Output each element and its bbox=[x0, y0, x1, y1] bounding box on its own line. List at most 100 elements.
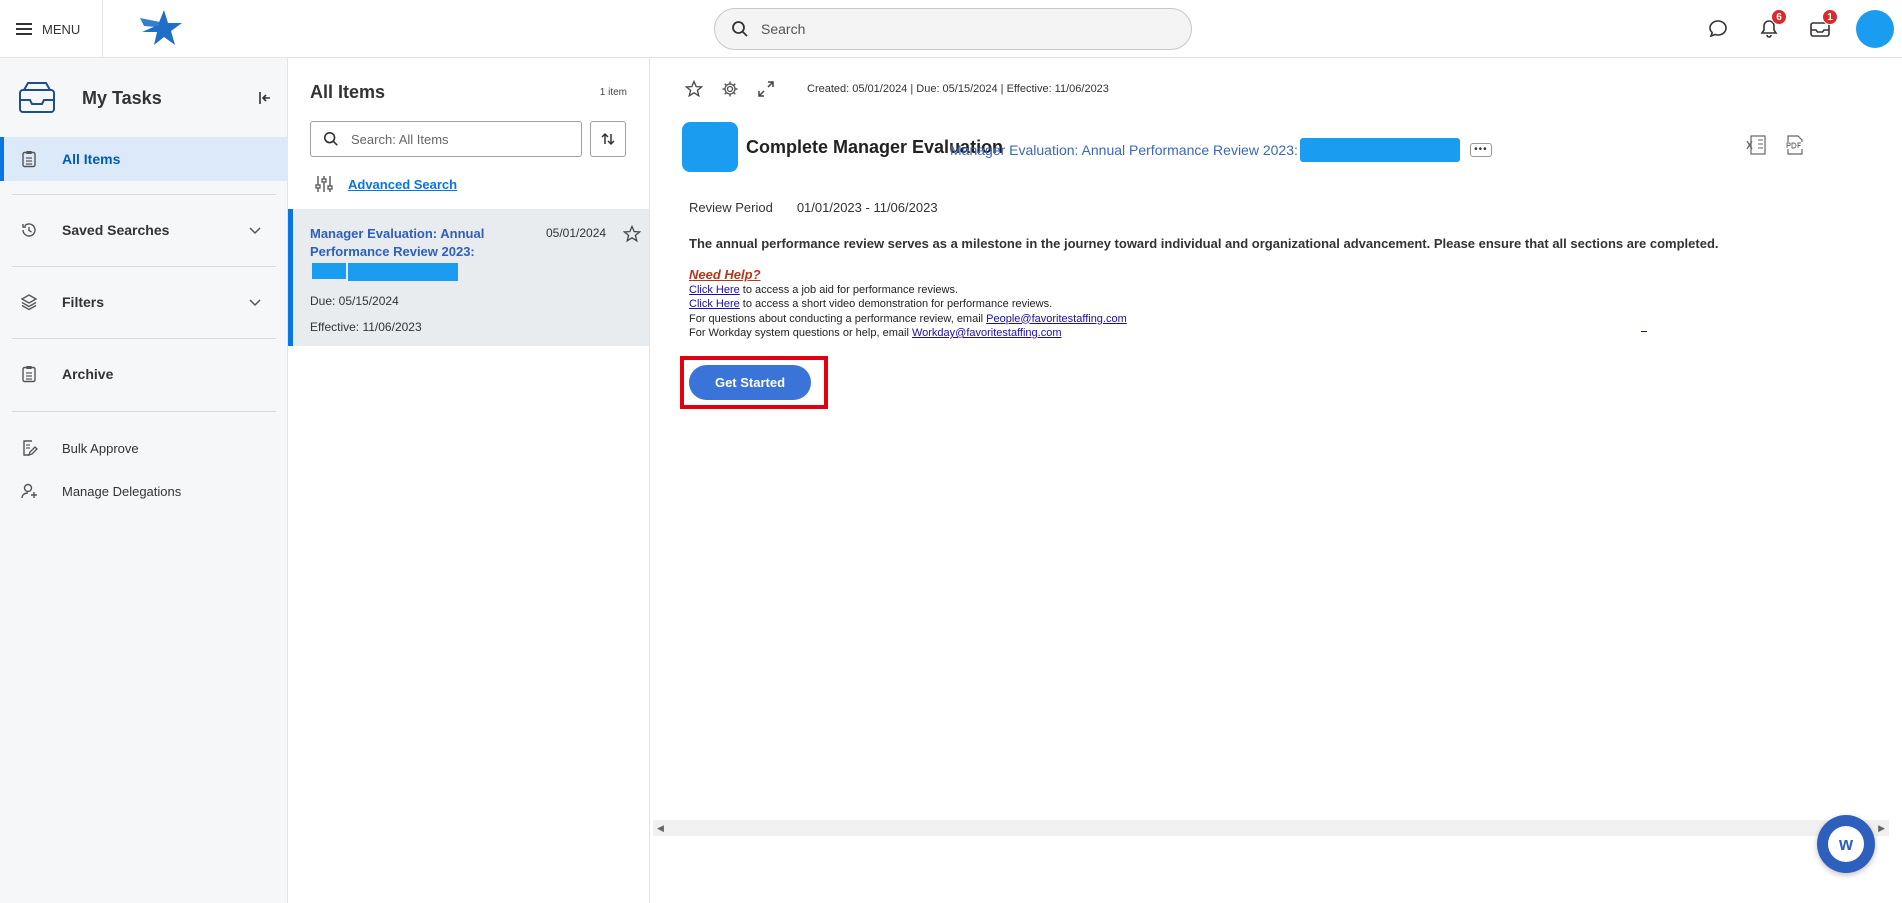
review-period-label: Review Period bbox=[689, 200, 773, 215]
sidebar-item-saved-searches[interactable]: Saved Searches bbox=[0, 208, 288, 252]
sidebar-divider bbox=[12, 194, 276, 195]
advanced-search: Advanced Search bbox=[314, 174, 457, 194]
star-icon[interactable] bbox=[623, 225, 641, 243]
task-logo bbox=[682, 122, 738, 172]
menu-button[interactable]: MENU bbox=[14, 16, 80, 42]
list-item-title[interactable]: Manager Evaluation: Annual Performance R… bbox=[310, 225, 510, 281]
sidebar-header: My Tasks bbox=[18, 80, 273, 120]
sidebar-divider bbox=[12, 266, 276, 267]
notifications-badge: 6 bbox=[1771, 9, 1787, 25]
sidebar-item-label: Filters bbox=[62, 294, 105, 310]
scroll-left-arrow-icon[interactable]: ◀ bbox=[657, 823, 664, 834]
advanced-search-link[interactable]: Advanced Search bbox=[348, 177, 457, 192]
inbox-button[interactable]: 1 bbox=[1808, 9, 1838, 41]
top-bar: MENU 6 1 bbox=[0, 0, 1902, 58]
workday-assistant-button[interactable]: w bbox=[1817, 815, 1875, 873]
video-demo-link[interactable]: Click Here bbox=[689, 298, 740, 310]
tiny-link-mark[interactable] bbox=[1641, 331, 1647, 332]
task-list-pane: All Items 1 item Advanced Search Manager… bbox=[288, 58, 650, 903]
search-icon bbox=[323, 131, 338, 146]
sidebar-item-label: Archive bbox=[62, 366, 114, 382]
scroll-right-arrow-icon[interactable]: ▶ bbox=[1878, 823, 1885, 834]
export-excel-icon[interactable] bbox=[1746, 134, 1768, 156]
chevron-down-icon[interactable] bbox=[248, 295, 262, 309]
hamburger-icon bbox=[16, 23, 32, 35]
export-pdf-icon[interactable] bbox=[1784, 134, 1806, 156]
list-item[interactable]: Manager Evaluation: Annual Performance R… bbox=[288, 209, 649, 346]
sidebar-item-label: Bulk Approve bbox=[62, 440, 139, 456]
help-line: Click Here to access a short video demon… bbox=[689, 297, 1127, 312]
help-line-text: For Workday system questions or help, em… bbox=[689, 327, 912, 339]
list-title: All Items bbox=[310, 82, 386, 102]
redacted-block bbox=[312, 263, 346, 279]
people-email-link[interactable]: People@favoritestaffing.com bbox=[986, 313, 1127, 325]
review-period-value: 01/01/2023 - 11/06/2023 bbox=[796, 200, 938, 215]
task-subject-text: Manager Evaluation: Annual Performance R… bbox=[950, 142, 1298, 158]
sidebar-item-label: All Items bbox=[62, 151, 121, 167]
list-search-box[interactable] bbox=[310, 121, 582, 157]
job-aid-link[interactable]: Click Here bbox=[689, 284, 740, 296]
clipboard-icon bbox=[22, 151, 36, 168]
list-item-effective: Effective: 11/06/2023 bbox=[310, 320, 422, 334]
sidebar-item-filters[interactable]: Filters bbox=[0, 280, 288, 324]
sidebar-divider bbox=[12, 411, 276, 412]
my-tasks-sidebar: My Tasks All Items Saved Searches Filter… bbox=[0, 58, 288, 903]
filter-sliders-icon bbox=[315, 176, 333, 192]
layers-icon bbox=[20, 294, 38, 311]
inbox-badge: 1 bbox=[1822, 9, 1838, 25]
sidebar-item-label: Manage Delegations bbox=[62, 483, 182, 499]
notifications-button[interactable]: 6 bbox=[1757, 9, 1787, 41]
sidebar-item-all-items[interactable]: All Items bbox=[0, 137, 288, 181]
intro-text: The annual performance review serves as … bbox=[689, 236, 1719, 251]
task-detail-pane: Created: 05/01/2024 | Due: 05/15/2024 | … bbox=[651, 58, 1902, 903]
company-star-logo-icon[interactable] bbox=[138, 8, 184, 48]
clipboard-icon bbox=[22, 366, 36, 383]
help-line: Click Here to access a job aid for perfo… bbox=[689, 283, 1127, 298]
sidebar-item-bulk-approve[interactable]: Bulk Approve bbox=[0, 426, 288, 470]
list-item-count: 1 item bbox=[599, 87, 627, 98]
workday-w-logo-icon: w bbox=[1828, 826, 1864, 862]
task-subject[interactable]: Manager Evaluation: Annual Performance R… bbox=[950, 138, 1492, 162]
horizontal-scrollbar[interactable]: ◀ ▶ bbox=[653, 820, 1889, 836]
star-icon[interactable] bbox=[685, 80, 703, 98]
inbox-icon bbox=[19, 82, 55, 113]
list-item-title-text: Manager Evaluation: Annual Performance R… bbox=[310, 226, 485, 259]
global-search-input[interactable] bbox=[761, 21, 1161, 37]
user-avatar[interactable] bbox=[1856, 10, 1894, 48]
help-line-text: to access a job aid for performance revi… bbox=[739, 283, 958, 296]
help-line-text: For questions about conducting a perform… bbox=[689, 312, 987, 325]
need-help-heading: Need Help? bbox=[689, 267, 761, 282]
gear-icon[interactable] bbox=[721, 80, 739, 98]
list-item-due: Due: 05/15/2024 bbox=[310, 294, 399, 308]
sidebar-item-archive[interactable]: Archive bbox=[0, 352, 288, 396]
sidebar-divider bbox=[12, 338, 276, 339]
sort-button[interactable] bbox=[590, 121, 626, 157]
workday-email-link[interactable]: Workday@favoritestaffing.com bbox=[912, 327, 1062, 339]
help-line: For Workday system questions or help, em… bbox=[689, 326, 1127, 341]
list-item-date: 05/01/2024 bbox=[546, 226, 607, 240]
sidebar-title: My Tasks bbox=[82, 88, 162, 108]
sidebar-item-manage-delegations[interactable]: Manage Delegations bbox=[0, 469, 288, 513]
review-period: Review Period 01/01/2023 - 11/06/2023 bbox=[689, 200, 938, 215]
sidebar-item-label: Saved Searches bbox=[62, 222, 170, 238]
help-line-text: to access a short video demonstration fo… bbox=[739, 298, 1053, 310]
search-icon bbox=[732, 21, 748, 37]
task-header: Complete Manager Evaluation Manager Eval… bbox=[682, 122, 1862, 172]
expand-icon[interactable] bbox=[757, 80, 775, 98]
global-search-bar[interactable] bbox=[714, 8, 1192, 50]
related-actions-button[interactable]: ••• bbox=[1469, 143, 1492, 157]
task-meta: Created: 05/01/2024 | Due: 05/15/2024 | … bbox=[807, 83, 1109, 95]
chevron-down-icon[interactable] bbox=[248, 223, 262, 237]
collapse-sidebar-icon[interactable] bbox=[257, 90, 273, 106]
history-icon bbox=[22, 223, 36, 237]
help-section: Need Help? Click Here to access a job ai… bbox=[689, 267, 1127, 341]
get-started-button[interactable]: Get Started bbox=[689, 365, 811, 400]
sort-arrows-icon bbox=[601, 132, 615, 146]
edit-document-icon bbox=[23, 440, 38, 457]
person-icon bbox=[21, 483, 37, 499]
chat-icon[interactable] bbox=[1706, 17, 1730, 41]
help-line: For questions about conducting a perform… bbox=[689, 312, 1127, 327]
list-search-input[interactable] bbox=[351, 131, 571, 147]
topbar-divider bbox=[102, 0, 103, 58]
detail-toolbar: Created: 05/01/2024 | Due: 05/15/2024 | … bbox=[685, 80, 1109, 98]
